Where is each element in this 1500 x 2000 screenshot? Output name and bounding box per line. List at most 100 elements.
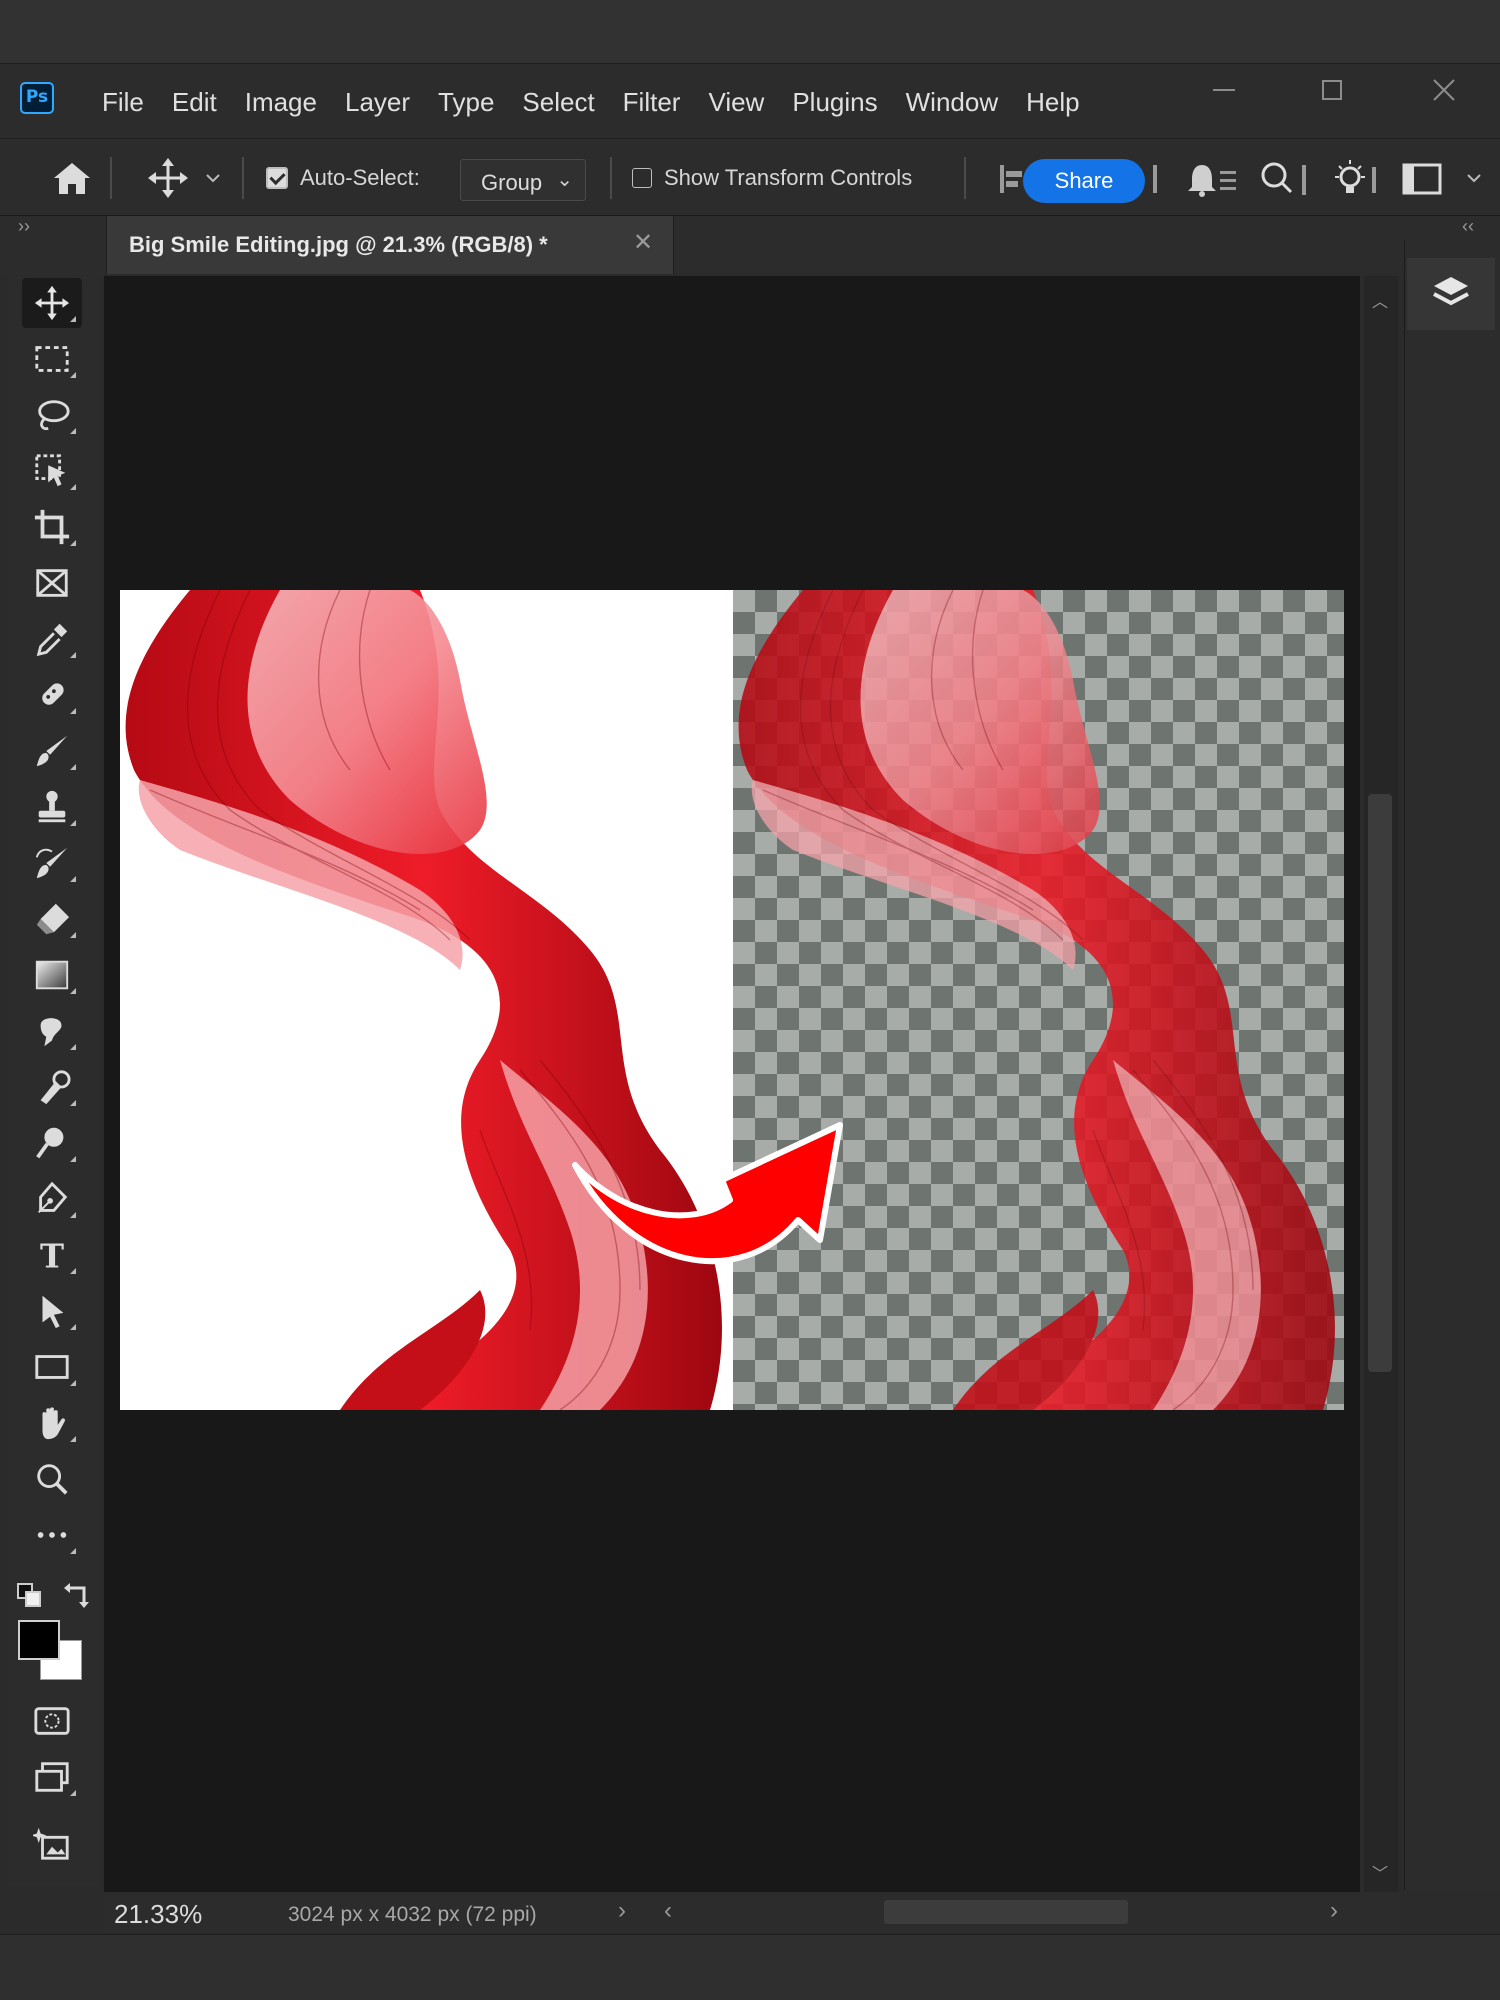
rectangular-marquee-tool[interactable] xyxy=(22,334,82,384)
menu-file[interactable]: File xyxy=(88,87,158,118)
show-transform-controls-label: Show Transform Controls xyxy=(664,165,913,190)
menu-bar: Ps File Edit Image Layer Type Select Fil… xyxy=(0,65,1500,138)
gradient-tool[interactable] xyxy=(22,950,82,1000)
more-icon xyxy=(37,1532,67,1538)
eyedropper-tool[interactable] xyxy=(22,614,82,664)
eyedropper-icon xyxy=(36,623,68,657)
home-button[interactable] xyxy=(50,139,94,217)
quick-mask-mode-button[interactable] xyxy=(22,1696,82,1746)
generative-fill-button[interactable] xyxy=(22,1818,82,1868)
document-tab-title: Big Smile Editing.jpg @ 21.3% (RGB/8) * xyxy=(129,232,548,257)
eraser-icon xyxy=(36,903,70,935)
options-bar: Auto-Select: Group ⌄ Show Transform Cont… xyxy=(0,138,1500,216)
quick-mask-icon xyxy=(34,1707,70,1735)
path-selection-tool[interactable] xyxy=(22,1286,82,1336)
menu-help[interactable]: Help xyxy=(1012,87,1093,118)
screen-mode-icon xyxy=(35,1762,69,1792)
smudge-tool[interactable] xyxy=(22,1006,82,1056)
brush-tool[interactable] xyxy=(22,726,82,776)
path-selection-icon xyxy=(42,1295,64,1329)
eraser-tool[interactable] xyxy=(22,894,82,944)
move-tool[interactable] xyxy=(22,278,82,328)
auto-select-option[interactable]: Auto-Select: xyxy=(266,139,420,217)
share-button[interactable]: Share xyxy=(1023,159,1145,203)
show-transform-controls-option[interactable]: Show Transform Controls xyxy=(632,139,912,217)
history-brush-tool[interactable] xyxy=(22,838,82,888)
vertical-scrollbar[interactable]: ︿ ﹀ xyxy=(1364,276,1398,1892)
menu-edit[interactable]: Edit xyxy=(158,87,231,118)
screen-mode-button[interactable] xyxy=(22,1752,82,1802)
minimize-button[interactable] xyxy=(1194,75,1254,112)
tools-panel: T xyxy=(8,246,98,1886)
menu-select[interactable]: Select xyxy=(508,87,608,118)
options-separator xyxy=(610,157,612,199)
workspace-layout-icon[interactable] xyxy=(1400,159,1490,204)
distribute-icon[interactable] xyxy=(1150,161,1160,202)
main-menu: File Edit Image Layer Type Select Filter… xyxy=(88,87,1094,118)
type-icon: T xyxy=(40,1237,64,1274)
maximize-button[interactable] xyxy=(1302,75,1362,112)
pen-tool[interactable] xyxy=(22,1174,82,1224)
crop-icon xyxy=(34,509,70,545)
auto-select-mode-dropdown[interactable]: Group ⌄ xyxy=(460,159,586,201)
type-tool[interactable]: T xyxy=(22,1230,82,1280)
maximize-icon xyxy=(1322,80,1342,100)
rectangle-tool[interactable] xyxy=(22,1342,82,1392)
search-icon[interactable] xyxy=(1258,159,1312,204)
minimize-icon xyxy=(1213,89,1235,91)
clone-stamp-tool[interactable] xyxy=(22,782,82,832)
vertical-scroll-thumb[interactable] xyxy=(1368,794,1392,1372)
close-window-button[interactable] xyxy=(1414,75,1474,112)
align-icon[interactable] xyxy=(998,161,1024,202)
menu-plugins[interactable]: Plugins xyxy=(778,87,891,118)
collapse-panels-icon[interactable]: ‹‹ xyxy=(1462,216,1474,237)
foreground-color-swatch[interactable] xyxy=(18,1620,60,1660)
object-selection-icon xyxy=(35,454,66,487)
auto-select-mode-value: Group xyxy=(481,170,543,195)
show-transform-controls-checkbox[interactable] xyxy=(632,168,652,188)
horizontal-scroll-thumb[interactable] xyxy=(884,1900,1128,1924)
scroll-down-icon[interactable]: ﹀ xyxy=(1372,1860,1388,1884)
hand-tool[interactable] xyxy=(22,1398,82,1448)
zoom-tool[interactable] xyxy=(22,1454,82,1504)
scroll-left-icon[interactable]: ‹ xyxy=(664,1897,672,1925)
options-separator xyxy=(242,157,244,199)
more-tools[interactable] xyxy=(22,1510,82,1560)
swap-colors-icon[interactable] xyxy=(60,1580,92,1617)
scroll-up-icon[interactable]: ︿ xyxy=(1372,288,1388,312)
crop-tool[interactable] xyxy=(22,502,82,552)
document-tab[interactable]: Big Smile Editing.jpg @ 21.3% (RGB/8) * … xyxy=(106,216,674,274)
menu-layer[interactable]: Layer xyxy=(331,87,424,118)
history-brush-icon xyxy=(35,847,68,879)
menu-type[interactable]: Type xyxy=(424,87,508,118)
scroll-right-icon[interactable]: › xyxy=(1330,1897,1338,1925)
home-icon xyxy=(54,163,90,194)
before-image xyxy=(120,590,733,1410)
lasso-tool[interactable] xyxy=(22,390,82,440)
frame-icon xyxy=(36,569,68,597)
photoshop-logo-icon: Ps xyxy=(20,82,54,114)
move-tool-preset-button[interactable] xyxy=(146,139,224,217)
zoom-level[interactable]: 21.33% xyxy=(114,1899,202,1930)
auto-select-checkbox[interactable] xyxy=(266,167,288,189)
menu-image[interactable]: Image xyxy=(231,87,331,118)
object-selection-tool[interactable] xyxy=(22,446,82,496)
expand-toolbar-icon[interactable]: ›› xyxy=(18,216,30,237)
spot-healing-brush-tool[interactable] xyxy=(22,670,82,720)
burn-tool[interactable] xyxy=(22,1062,82,1112)
menu-view[interactable]: View xyxy=(694,87,778,118)
discover-lightbulb-icon[interactable] xyxy=(1330,159,1380,204)
default-colors-icon[interactable] xyxy=(14,1580,46,1617)
dodge-tool[interactable] xyxy=(22,1118,82,1168)
status-menu-chevron-icon[interactable]: › xyxy=(618,1897,626,1925)
menu-filter[interactable]: Filter xyxy=(609,87,695,118)
close-tab-icon[interactable]: ✕ xyxy=(633,228,653,257)
notifications-bell-icon[interactable] xyxy=(1184,159,1238,204)
layers-panel-button[interactable] xyxy=(1407,258,1495,330)
move-icon xyxy=(148,158,188,198)
menu-window[interactable]: Window xyxy=(892,87,1012,118)
hand-icon xyxy=(42,1407,65,1440)
frame-tool[interactable] xyxy=(22,558,82,608)
brush-icon xyxy=(36,735,68,767)
title-strip xyxy=(0,0,1500,64)
